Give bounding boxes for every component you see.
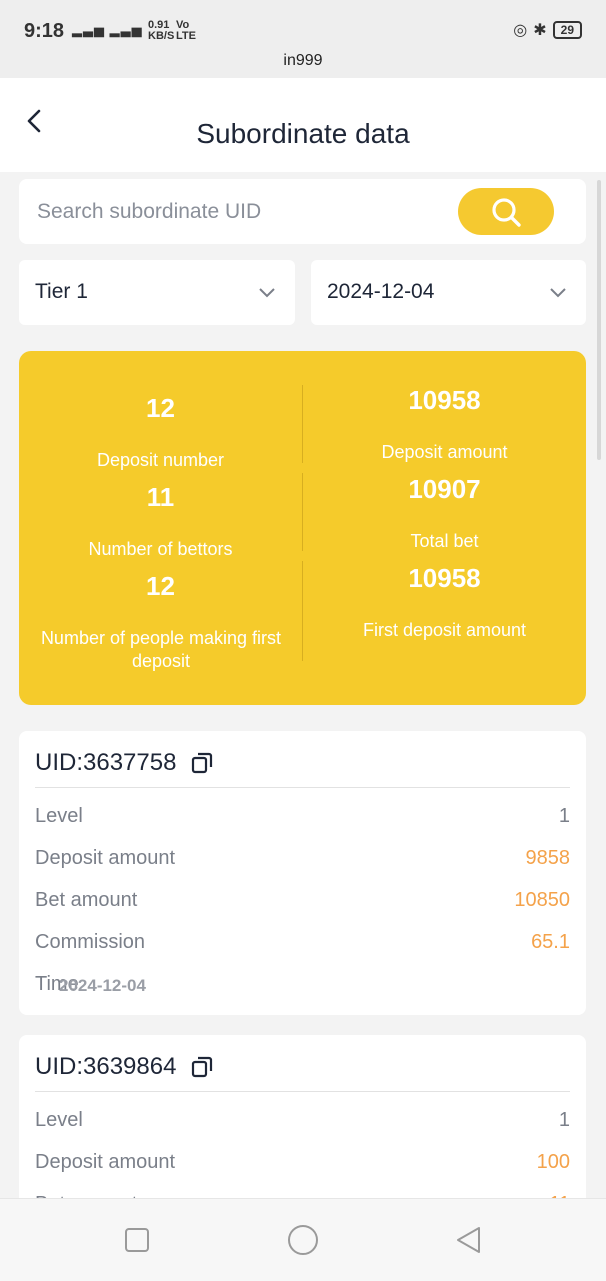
nav-recent-icon[interactable] xyxy=(120,1223,154,1257)
search-button[interactable] xyxy=(458,188,554,235)
first-deposit-amount-value: 10958 xyxy=(408,563,481,593)
system-nav-bar xyxy=(0,1198,606,1281)
divider xyxy=(35,787,570,788)
list-item: Commission 65.1 xyxy=(35,931,570,959)
status-right-icons: ◎ ✱ 29 xyxy=(513,20,582,40)
status-bar: 9:18 ▂▃▅ ▂▃▅ 0.91 KB/S Vo LTE ◎ ✱ 29 in9… xyxy=(0,0,606,78)
copy-icon[interactable] xyxy=(190,1055,214,1079)
bettors-value: 11 xyxy=(146,482,175,512)
deposit-amount-label: Deposit amount xyxy=(35,1151,176,1173)
status-time: 9:18 xyxy=(24,20,65,42)
site-name: in999 xyxy=(283,52,323,69)
date-select[interactable]: 2024-12-04 xyxy=(311,260,586,325)
uid-row: UID:3639864 xyxy=(35,1053,214,1081)
deposit-amount-value: 100 xyxy=(536,1151,570,1173)
chevron-down-icon xyxy=(550,288,566,298)
nav-home-icon[interactable] xyxy=(286,1223,320,1257)
list-item: Level 1 xyxy=(35,805,570,833)
list-item: Bet amount 10850 xyxy=(35,889,570,917)
network-type: Vo LTE xyxy=(176,20,196,42)
date-select-value: 2024-12-04 xyxy=(327,280,435,303)
divider xyxy=(35,1091,570,1092)
bettors-label: Number of bettors xyxy=(88,539,233,559)
bluetooth-icon: ✱ xyxy=(533,22,547,39)
alarm-lock-icon: ◎ xyxy=(513,22,528,39)
deposit-amount-value: 10958 xyxy=(408,385,481,415)
list-item: Time 2024-12-04 xyxy=(35,973,570,1001)
summary-card: 12 Deposit number 10958 Deposit amount 1… xyxy=(19,351,586,705)
level-label: Level xyxy=(35,1109,83,1131)
deposit-number-label: Deposit number xyxy=(96,450,225,470)
uid-text: UID:3637758 xyxy=(35,749,177,776)
copy-icon[interactable] xyxy=(190,751,214,775)
nav-back-icon[interactable] xyxy=(452,1223,486,1257)
tier-select-value: Tier 1 xyxy=(35,280,88,303)
network-speed: 0.91 KB/S xyxy=(148,20,174,42)
level-label: Level xyxy=(35,805,83,827)
time-value: 2024-12-04 xyxy=(59,976,146,995)
total-bet-label: Total bet xyxy=(410,531,479,551)
deposit-amount-value: 9858 xyxy=(525,847,571,869)
deposit-amount-label: Deposit amount xyxy=(35,847,176,869)
deposit-amount-label: Deposit amount xyxy=(381,442,508,462)
tier-select[interactable]: Tier 1 xyxy=(19,260,295,325)
record-card: UID:3639864 Level 1 Deposit amount 100 B… xyxy=(19,1035,586,1215)
level-value: 1 xyxy=(558,1109,570,1131)
commission-label: Commission xyxy=(35,931,146,953)
app-header: Subordinate data xyxy=(0,78,606,172)
list-item: Deposit amount 9858 xyxy=(35,847,570,875)
deposit-number-value: 12 xyxy=(146,393,175,423)
first-deposit-people-value: 12 xyxy=(146,571,175,601)
list-item: Deposit amount 100 xyxy=(35,1151,570,1179)
chevron-down-icon xyxy=(259,288,275,298)
battery-indicator: 29 xyxy=(552,21,582,39)
list-item: Level 1 xyxy=(35,1109,570,1137)
level-value: 1 xyxy=(558,805,570,827)
bet-amount-value: 10850 xyxy=(514,889,570,911)
uid-text: UID:3639864 xyxy=(35,1053,177,1080)
network-type-bottom: LTE xyxy=(176,30,196,42)
record-card: UID:3637758 Level 1 Deposit amount 9858 … xyxy=(19,731,586,1015)
scrollbar[interactable] xyxy=(597,180,601,460)
uid-row: UID:3637758 xyxy=(35,749,214,777)
search-input[interactable] xyxy=(35,193,439,231)
first-deposit-amount-label: First deposit amount xyxy=(362,620,527,640)
bet-amount-label: Bet amount xyxy=(35,889,138,911)
commission-value: 65.1 xyxy=(531,931,570,953)
search-bar xyxy=(19,179,586,244)
first-deposit-people-label: Number of people making first deposit xyxy=(40,628,282,671)
signal-icon: ▂▃▅ ▂▃▅ xyxy=(72,22,143,37)
network-speed-unit: KB/S xyxy=(148,30,175,42)
page-title: Subordinate data xyxy=(196,118,410,149)
search-icon xyxy=(492,197,521,227)
total-bet-value: 10907 xyxy=(408,474,481,504)
